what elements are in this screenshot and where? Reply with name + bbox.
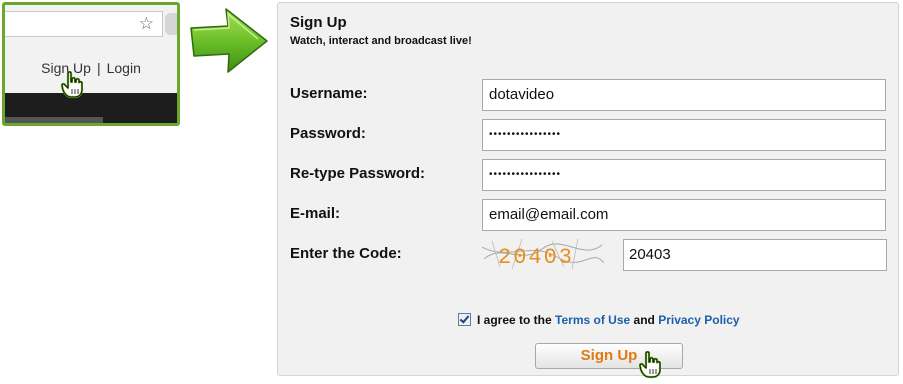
strip-scroll-indicator [5,117,103,123]
retype-password-label: Re-type Password: [290,165,426,182]
privacy-policy-link[interactable]: Privacy Policy [658,313,739,327]
panel-title: Sign Up [290,14,347,31]
top-nav: Sign Up | Login [5,60,177,76]
code-input[interactable]: 20403 [623,239,887,271]
username-label: Username: [290,85,368,102]
agree-conjunction: and [633,313,655,327]
nav-separator: | [96,60,101,76]
password-label: Password: [290,125,366,142]
green-arrow-icon [190,8,268,73]
browser-thumbnail: ☆ Sign Up | Login [2,2,180,126]
address-bar[interactable]: ☆ [5,11,163,37]
retype-password-input[interactable]: •••••••••••••••• [482,159,886,191]
agree-prefix: I agree to the [477,313,552,327]
retype-password-row: Re-type Password: •••••••••••••••• [278,159,898,191]
email-label: E-mail: [290,205,341,222]
hand-cursor-icon [639,351,661,379]
login-link[interactable]: Login [107,60,141,76]
hand-cursor-icon [61,71,83,99]
browser-menu-button[interactable] [165,13,177,35]
panel-subtitle: Watch, interact and broadcast live! [290,35,472,47]
code-label: Enter the Code: [290,245,402,262]
code-row: Enter the Code: 20403 20403 [278,239,898,271]
terms-of-use-link[interactable]: Terms of Use [555,313,630,327]
password-input[interactable]: •••••••••••••••• [482,119,886,151]
password-row: Password: •••••••••••••••• [278,119,898,151]
username-input[interactable]: dotavideo [482,79,886,111]
agree-checkbox[interactable] [458,313,471,326]
email-row: E-mail: email@email.com [278,199,898,231]
agree-row: I agree to the Terms of Use and Privacy … [458,313,740,327]
dark-header-strip [5,93,177,123]
captcha-text: 20403 [498,245,574,269]
star-icon[interactable]: ☆ [139,15,154,33]
username-row: Username: dotavideo [278,79,898,111]
signup-panel: Sign Up Watch, interact and broadcast li… [277,2,899,379]
email-input[interactable]: email@email.com [482,199,886,231]
captcha-image: 20403 [482,239,604,269]
